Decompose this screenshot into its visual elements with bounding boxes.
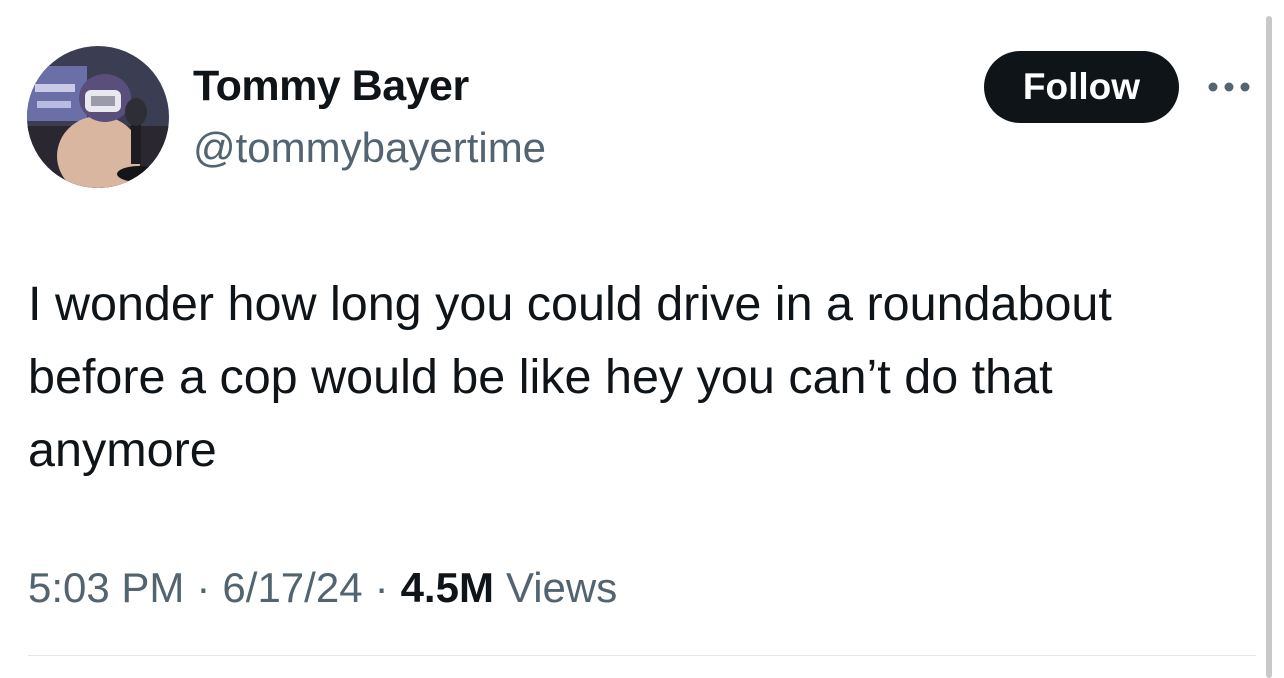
tweet-card: Tommy Bayer @tommybayertime Follow I won… — [0, 0, 1284, 678]
follow-button[interactable]: Follow — [984, 51, 1179, 123]
tweet-date[interactable]: 6/17/24 — [222, 564, 362, 612]
avatar[interactable] — [27, 46, 169, 188]
tweet-text: I wonder how long you could drive in a r… — [28, 277, 1112, 477]
profile-photo-icon — [27, 46, 169, 188]
scrollbar[interactable] — [1266, 16, 1272, 678]
author-handle[interactable]: @tommybayertime — [193, 124, 546, 172]
meta-separator: · — [374, 564, 389, 611]
author-display-name[interactable]: Tommy Bayer — [193, 62, 469, 111]
views-count: 4.5M — [400, 564, 494, 611]
meta-separator: · — [196, 564, 211, 611]
tweet-time[interactable]: 5:03 PM — [28, 564, 184, 612]
more-options-button[interactable] — [1205, 74, 1253, 100]
ellipsis-icon — [1208, 82, 1250, 92]
views-label: Views — [505, 564, 618, 611]
tweet-metadata: 5:03 PM · 6/17/24 · 4.5M Views — [28, 564, 617, 612]
divider — [28, 655, 1256, 656]
